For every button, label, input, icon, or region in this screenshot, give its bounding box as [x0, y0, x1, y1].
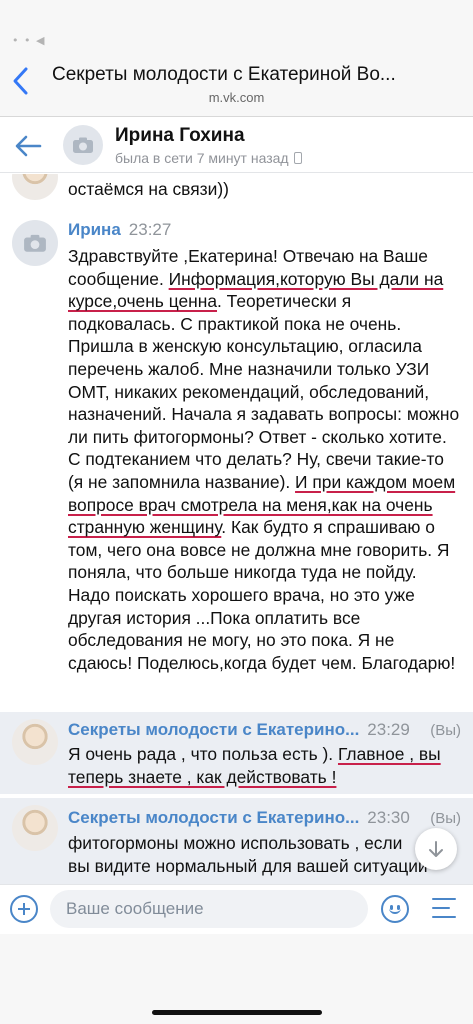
message-text: Я очень рада , что польза есть ). Главно… — [68, 743, 462, 788]
menu-line — [432, 907, 450, 909]
menu-line — [432, 898, 456, 900]
sender-avatar[interactable] — [12, 220, 58, 266]
sender-name[interactable]: Ирина — [68, 220, 121, 239]
message-input[interactable] — [50, 890, 368, 928]
conversation-back-button[interactable] — [14, 133, 42, 159]
plus-icon[interactable] — [10, 895, 38, 923]
you-label: (Вы) — [430, 722, 461, 739]
online-status-text: была в сети 7 минут назад — [115, 150, 289, 166]
message-time: 23:30 — [367, 808, 410, 827]
message-text: Здравствуйте ,Екатерина! Отвечаю на Ваше… — [68, 245, 462, 674]
message-composer — [0, 884, 473, 934]
conversation-avatar[interactable] — [63, 125, 103, 165]
sender-name[interactable]: Секреты молодости с Екатерино... — [68, 808, 359, 827]
back-arrow-icon — [15, 135, 42, 157]
message-outgoing: Секреты молодости с Екатерино... 23:29 (В… — [0, 712, 473, 794]
conversation-name[interactable]: Ирина Гохина — [115, 125, 245, 147]
sender-name[interactable]: Секреты молодости с Екатерино... — [68, 720, 359, 739]
status-indicators: • • ◀ — [12, 34, 46, 47]
conversation-header: Ирина Гохина была в сети 7 минут назад — [0, 117, 473, 173]
camera-icon — [73, 137, 93, 153]
browser-bottom-area — [0, 934, 473, 1024]
text-segment: . Как будто я спрашиваю о том, чего она … — [68, 517, 456, 673]
emoji-smile — [389, 906, 401, 914]
menu-icon[interactable] — [432, 898, 458, 920]
camera-icon — [24, 234, 46, 252]
message-text: остаёмся на связи)) — [68, 179, 229, 199]
sender-avatar[interactable] — [12, 174, 58, 200]
text-segment: . Теоретически я подковалась. С практико… — [68, 291, 460, 492]
text-segment: Я очень рада , что польза есть ). — [68, 744, 338, 764]
message-outgoing: Секреты молодости с Екатерино... 23:30 (В… — [0, 798, 473, 884]
browser-page-title: Секреты молодости с Екатериной Во... — [52, 64, 396, 85]
phone-icon — [293, 152, 302, 164]
sender-avatar[interactable] — [12, 719, 58, 765]
message-text: фитогормоны можно использовать , если вы… — [68, 833, 428, 876]
menu-line — [432, 916, 456, 918]
browser-url[interactable]: m.vk.com — [0, 90, 473, 105]
sender-avatar[interactable] — [12, 805, 58, 851]
message-meta: Секреты молодости с Екатерино... 23:29 — [68, 720, 410, 740]
message-time: 23:29 — [367, 720, 410, 739]
emoji-icon[interactable] — [381, 895, 409, 923]
message-meta: Ирина 23:27 — [68, 220, 171, 240]
you-label: (Вы) — [430, 810, 461, 827]
online-status: была в сети 7 минут назад — [115, 150, 302, 166]
home-indicator[interactable] — [152, 1010, 322, 1015]
chevron-down-icon — [429, 841, 443, 857]
scroll-to-bottom-button[interactable] — [415, 828, 457, 870]
message-list[interactable]: остаёмся на связи)) Ирина 23:27 Здравству… — [0, 174, 473, 884]
message-time: 23:27 — [128, 220, 172, 239]
message-incoming: Ирина 23:27 Здравствуйте ,Екатерина! Отве… — [0, 214, 473, 706]
message-partial: остаёмся на связи)) — [0, 174, 473, 208]
browser-header: • • ◀ Секреты молодости с Екатериной Во.… — [0, 0, 473, 117]
message-meta: Секреты молодости с Екатерино... 23:30 — [68, 808, 410, 828]
